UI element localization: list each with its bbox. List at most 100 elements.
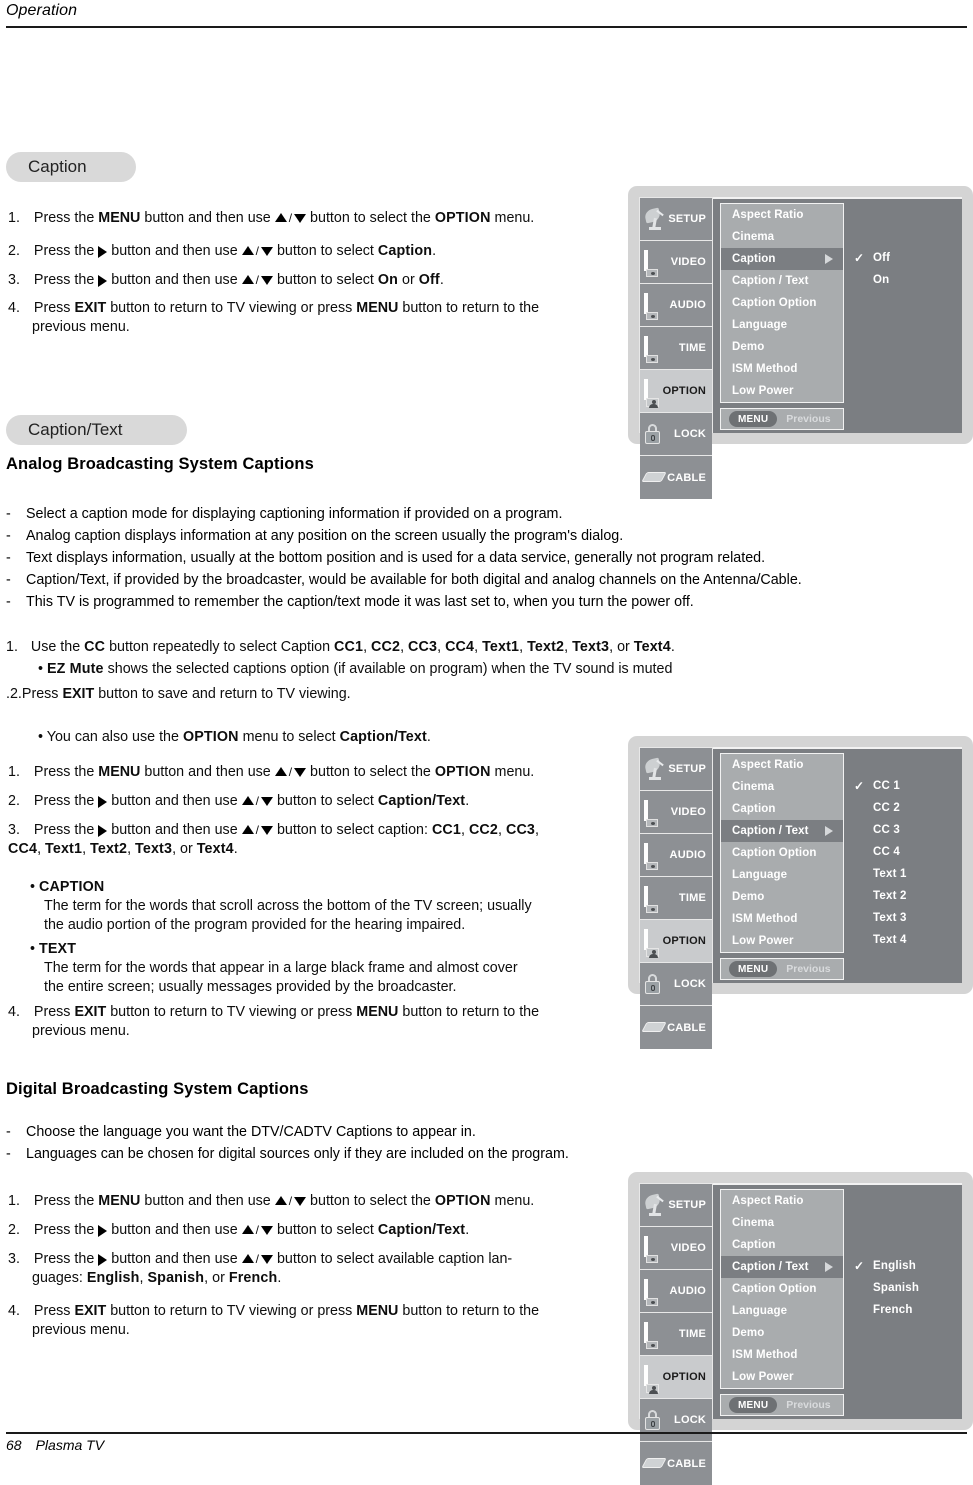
cc2-label: CC2 [468, 822, 499, 838]
sidebar-item-setup[interactable]: SETUP [640, 1184, 712, 1227]
sidebar-item-audio[interactable]: AUDIO [640, 284, 712, 327]
check-icon: ✓ [854, 1259, 865, 1273]
previous-label: Previous [786, 963, 831, 975]
sidebar-item-label: OPTION [662, 1371, 706, 1383]
english-label: English [86, 1270, 140, 1286]
osd-option-english[interactable]: ✓ English [851, 1255, 961, 1277]
osd-item-aspect-ratio[interactable]: Aspect Ratio [721, 754, 843, 776]
osd-item-demo[interactable]: Demo [721, 1322, 843, 1344]
step-number: .2. [6, 686, 22, 702]
osd-option-cc2[interactable]: CC 2 [851, 797, 951, 819]
sidebar-item-video[interactable]: VIDEO [640, 241, 712, 284]
osd-item-caption[interactable]: Caption [721, 798, 843, 820]
sidebar-item-lock[interactable]: LOCK [640, 413, 712, 456]
sidebar-item-audio[interactable]: AUDIO [640, 834, 712, 877]
sidebar-item-cable[interactable]: CABLE [640, 1442, 712, 1485]
caption-label: Caption [377, 243, 433, 259]
chevron-right-icon [825, 254, 833, 264]
satellite-dish-icon [643, 1193, 667, 1216]
osd-option-on[interactable]: On [851, 269, 951, 291]
osd-option-label: CC 1 [873, 780, 901, 792]
osd-option-spanish[interactable]: Spanish [851, 1277, 961, 1299]
osd-item-low-power[interactable]: Low Power [721, 930, 843, 952]
osd-option-text2[interactable]: Text 2 [851, 885, 951, 907]
sidebar-item-audio[interactable]: AUDIO [640, 1270, 712, 1313]
osd-item-caption-text[interactable]: Caption / Text [721, 1256, 843, 1278]
osd-item-low-power[interactable]: Low Power [721, 1366, 843, 1388]
osd-menu-previous-bar[interactable]: MENU Previous [720, 1394, 844, 1416]
osd-item-caption-text[interactable]: Caption / Text [721, 270, 843, 292]
check-icon: ✓ [854, 251, 865, 265]
osd-item-caption-option[interactable]: Caption Option [721, 1278, 843, 1300]
down-arrow-icon [260, 825, 273, 835]
heading-digital: Digital Broadcasting System Captions [6, 1080, 309, 1098]
osd-submenu-caption-values: ✓ Off On [851, 247, 951, 291]
osd-menu-previous-bar[interactable]: MENU Previous [720, 958, 844, 980]
osd-option-cc4[interactable]: CC 4 [851, 841, 951, 863]
osd-item-ism-method[interactable]: ISM Method [721, 908, 843, 930]
sidebar-item-setup[interactable]: SETUP [640, 748, 712, 791]
osd-option-text3[interactable]: Text 3 [851, 907, 951, 929]
osd-item-aspect-ratio[interactable]: Aspect Ratio [721, 1190, 843, 1212]
osd-item-low-power[interactable]: Low Power [721, 380, 843, 402]
menu-chip: MENU [729, 411, 778, 427]
sidebar-item-time[interactable]: TIME [640, 327, 712, 370]
osd-item-cinema[interactable]: Cinema [721, 226, 843, 248]
sidebar-item-time[interactable]: TIME [640, 877, 712, 920]
sidebar-item-cable[interactable]: CABLE [640, 456, 712, 499]
osd-item-caption-text[interactable]: Caption / Text [721, 820, 843, 842]
sidebar-item-setup[interactable]: SETUP [640, 198, 712, 241]
osd-item-caption[interactable]: Caption [721, 1234, 843, 1256]
analog-step-exit: .2.Press EXIT button to save and return … [6, 686, 351, 702]
sidebar-item-option[interactable]: OPTION [640, 920, 712, 963]
osd-item-language[interactable]: Language [721, 1300, 843, 1322]
up-arrow-icon [241, 824, 254, 834]
osd-option-french[interactable]: French [851, 1299, 961, 1321]
sidebar-item-cable[interactable]: CABLE [640, 1006, 712, 1049]
option-menu-label: OPTION [182, 729, 239, 745]
osd-item-ism-method[interactable]: ISM Method [721, 358, 843, 380]
sidebar-item-option[interactable]: OPTION [640, 1356, 712, 1399]
osd-item-caption-option[interactable]: Caption Option [721, 292, 843, 314]
down-arrow-icon [260, 1225, 273, 1235]
osd-option-text1[interactable]: Text 1 [851, 863, 951, 885]
analog-ez-mute-note: • EZ Mute shows the selected captions op… [38, 661, 673, 677]
osd-item-ism-method[interactable]: ISM Method [721, 1344, 843, 1366]
padlock-icon [644, 974, 667, 994]
osd-option-cc1[interactable]: ✓ CC 1 [851, 775, 951, 797]
sidebar-item-video[interactable]: VIDEO [640, 1227, 712, 1270]
sidebar-item-video[interactable]: VIDEO [640, 791, 712, 834]
ct-step-1: 1. Press the MENU button and then use / … [8, 764, 535, 780]
digital-bullet-1: - Choose the language you want the DTV/CA… [6, 1124, 476, 1140]
section-pill-caption-label: Caption [28, 157, 87, 176]
osd-item-caption-option[interactable]: Caption Option [721, 842, 843, 864]
previous-label: Previous [786, 413, 831, 425]
step-text: . [432, 243, 437, 259]
osd-item-cinema[interactable]: Cinema [721, 776, 843, 798]
sidebar-item-label: SETUP [668, 213, 706, 225]
osd-item-aspect-ratio[interactable]: Aspect Ratio [721, 204, 843, 226]
satellite-dish-icon [643, 757, 667, 780]
osd-item-caption[interactable]: Caption [721, 248, 843, 270]
section-pill-caption-text: Caption/Text [6, 415, 187, 445]
osd-item-language[interactable]: Language [721, 864, 843, 886]
text4-label: Text4 [196, 841, 234, 857]
osd-option-cc3[interactable]: CC 3 [851, 819, 951, 841]
sidebar-item-option[interactable]: OPTION [640, 370, 712, 413]
caption-def-line2: the audio portion of the program provide… [44, 917, 466, 933]
osd-item-cinema[interactable]: Cinema [721, 1212, 843, 1234]
osd-menu-previous-bar[interactable]: MENU Previous [720, 408, 844, 430]
osd-item-demo[interactable]: Demo [721, 886, 843, 908]
osd-item-demo[interactable]: Demo [721, 336, 843, 358]
osd-option-off[interactable]: ✓ Off [851, 247, 951, 269]
analog-step-cc: 1. Use the CC button repeatedly to selec… [6, 639, 675, 655]
text-def-line2: the entire screen; usually messages prov… [44, 979, 457, 995]
osd-option-text4[interactable]: Text 4 [851, 929, 951, 951]
sidebar-item-lock[interactable]: LOCK [640, 963, 712, 1006]
osd-item-language[interactable]: Language [721, 314, 843, 336]
osd-submenu-caption-text-values: ✓ CC 1 CC 2 CC 3 CC 4 Text 1 Text 2 Text … [851, 775, 951, 951]
step-text: Press the [33, 243, 99, 259]
sidebar-item-lock[interactable]: LOCK [640, 1399, 712, 1442]
caption-text-label: Caption/Text [377, 1222, 466, 1238]
sidebar-item-time[interactable]: TIME [640, 1313, 712, 1356]
